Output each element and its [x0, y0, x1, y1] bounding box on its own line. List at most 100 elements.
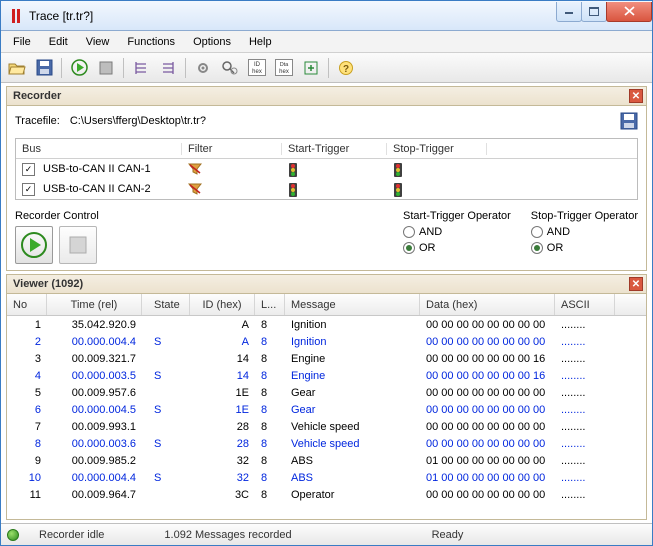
- svg-text:Dta: Dta: [280, 62, 290, 68]
- open-button[interactable]: [5, 56, 29, 80]
- table-row[interactable]: 400.000.003.5S148Engine00 00 00 00 00 00…: [7, 367, 646, 384]
- cell-no: 3: [7, 353, 47, 365]
- status-count: 1.092 Messages recorded: [164, 529, 291, 541]
- col-stop[interactable]: Stop-Trigger: [387, 143, 487, 155]
- maximize-button[interactable]: [581, 2, 607, 22]
- bus-table: Bus Filter Start-Trigger Stop-Trigger ✓U…: [15, 138, 638, 200]
- start-op-and[interactable]: AND: [403, 226, 511, 238]
- cell-no: 4: [7, 370, 47, 382]
- cell-data: 00 00 00 00 00 00 00 00: [420, 319, 555, 331]
- cell-len: 8: [255, 353, 285, 365]
- close-button[interactable]: [606, 2, 652, 22]
- recorder-start-button[interactable]: [15, 226, 53, 264]
- stop-op-or[interactable]: OR: [531, 242, 638, 254]
- table-row[interactable]: 135.042.920.9A8Ignition00 00 00 00 00 00…: [7, 316, 646, 333]
- menu-options[interactable]: Options: [185, 34, 239, 50]
- cell-data: 00 00 00 00 00 00 00 00: [420, 489, 555, 501]
- stop-op-label: Stop-Trigger Operator: [531, 210, 638, 222]
- status-idle: Recorder idle: [39, 529, 104, 541]
- cell-msg: ABS: [285, 455, 420, 467]
- col-no[interactable]: No: [7, 294, 47, 315]
- status-bar: Recorder idle 1.092 Messages recorded Re…: [1, 523, 652, 545]
- menu-view[interactable]: View: [78, 34, 118, 50]
- trigger-icon: [288, 163, 302, 175]
- id-hex-button[interactable]: IDhex: [245, 56, 269, 80]
- viewer-close-button[interactable]: ✕: [629, 277, 643, 291]
- status-led-icon: [7, 529, 19, 541]
- cell-id: 3C: [190, 489, 255, 501]
- tool-b-button[interactable]: [156, 56, 180, 80]
- goto-button[interactable]: [299, 56, 323, 80]
- gear-button[interactable]: [191, 56, 215, 80]
- col-data[interactable]: Data (hex): [420, 294, 555, 315]
- col-ascii[interactable]: ASCII: [555, 294, 615, 315]
- col-filter[interactable]: Filter: [182, 143, 282, 155]
- col-msg[interactable]: Message: [285, 294, 420, 315]
- cell-data: 00 00 00 00 00 00 00 00: [420, 387, 555, 399]
- title-bar[interactable]: Trace [tr.tr?]: [1, 1, 652, 31]
- cell-time: 00.009.993.1: [47, 421, 142, 433]
- cell-data: 00 00 00 00 00 00 00 00: [420, 404, 555, 416]
- find-button[interactable]: [218, 56, 242, 80]
- grid-body[interactable]: 135.042.920.9A8Ignition00 00 00 00 00 00…: [7, 316, 646, 519]
- cell-no: 6: [7, 404, 47, 416]
- cell-msg: Gear: [285, 387, 420, 399]
- col-bus[interactable]: Bus: [16, 143, 182, 155]
- bus-name: USB-to-CAN II CAN-1: [43, 163, 151, 175]
- table-row[interactable]: 900.009.985.2328ABS01 00 00 00 00 00 00 …: [7, 452, 646, 469]
- cell-no: 2: [7, 336, 47, 348]
- trigger-icon: [393, 163, 407, 175]
- cell-ascii: ........: [555, 336, 615, 348]
- bus-checkbox[interactable]: ✓: [22, 183, 35, 196]
- recorder-title: Recorder: [13, 90, 61, 102]
- stop-op-and[interactable]: AND: [531, 226, 638, 238]
- bus-checkbox[interactable]: ✓: [22, 163, 35, 176]
- table-row[interactable]: 200.000.004.4SA8Ignition00 00 00 00 00 0…: [7, 333, 646, 350]
- cell-data: 00 00 00 00 00 00 00 00: [420, 421, 555, 433]
- table-row[interactable]: 1100.009.964.73C8Operator00 00 00 00 00 …: [7, 486, 646, 503]
- help-button[interactable]: ?: [334, 56, 358, 80]
- recorder-stop-button[interactable]: [59, 226, 97, 264]
- cell-msg: Operator: [285, 489, 420, 501]
- cell-ascii: ........: [555, 319, 615, 331]
- window-title: Trace [tr.tr?]: [29, 9, 557, 23]
- cell-time: 00.009.957.6: [47, 387, 142, 399]
- start-op-or[interactable]: OR: [403, 242, 511, 254]
- table-row[interactable]: 300.009.321.7148Engine00 00 00 00 00 00 …: [7, 350, 646, 367]
- recorder-close-button[interactable]: ✕: [629, 89, 643, 103]
- bus-row[interactable]: ✓ USB-to-CAN II CAN-1: [16, 159, 637, 179]
- tool-a-button[interactable]: [129, 56, 153, 80]
- bus-row[interactable]: ✓USB-to-CAN II CAN-2: [16, 179, 637, 199]
- cell-no: 5: [7, 387, 47, 399]
- svg-text:?: ?: [343, 64, 349, 75]
- cell-ascii: ........: [555, 404, 615, 416]
- table-row[interactable]: 700.009.993.1288Vehicle speed00 00 00 00…: [7, 418, 646, 435]
- col-len[interactable]: L...: [255, 294, 285, 315]
- col-id[interactable]: ID (hex): [190, 294, 255, 315]
- menu-edit[interactable]: Edit: [41, 34, 76, 50]
- col-time[interactable]: Time (rel): [47, 294, 142, 315]
- col-state[interactable]: State: [142, 294, 190, 315]
- cell-msg: Gear: [285, 404, 420, 416]
- col-start[interactable]: Start-Trigger: [282, 143, 387, 155]
- stop-button[interactable]: [94, 56, 118, 80]
- cell-ascii: ........: [555, 370, 615, 382]
- table-row[interactable]: 500.009.957.61E8Gear00 00 00 00 00 00 00…: [7, 384, 646, 401]
- menu-help[interactable]: Help: [241, 34, 280, 50]
- cell-msg: Engine: [285, 370, 420, 382]
- toolbar: IDhex Dtahex ?: [1, 53, 652, 83]
- table-row[interactable]: 800.000.003.6S288Vehicle speed00 00 00 0…: [7, 435, 646, 452]
- tracefile-save-button[interactable]: [620, 112, 638, 130]
- cell-time: 00.000.003.5: [47, 370, 142, 382]
- cell-msg: Engine: [285, 353, 420, 365]
- minimize-button[interactable]: [556, 2, 582, 22]
- cell-ascii: ........: [555, 387, 615, 399]
- table-row[interactable]: 1000.000.004.4S328ABS01 00 00 00 00 00 0…: [7, 469, 646, 486]
- data-hex-button[interactable]: Dtahex: [272, 56, 296, 80]
- table-row[interactable]: 600.000.004.5S1E8Gear00 00 00 00 00 00 0…: [7, 401, 646, 418]
- play-button[interactable]: [67, 56, 91, 80]
- menu-file[interactable]: File: [5, 34, 39, 50]
- cell-len: 8: [255, 455, 285, 467]
- save-button[interactable]: [32, 56, 56, 80]
- menu-functions[interactable]: Functions: [119, 34, 183, 50]
